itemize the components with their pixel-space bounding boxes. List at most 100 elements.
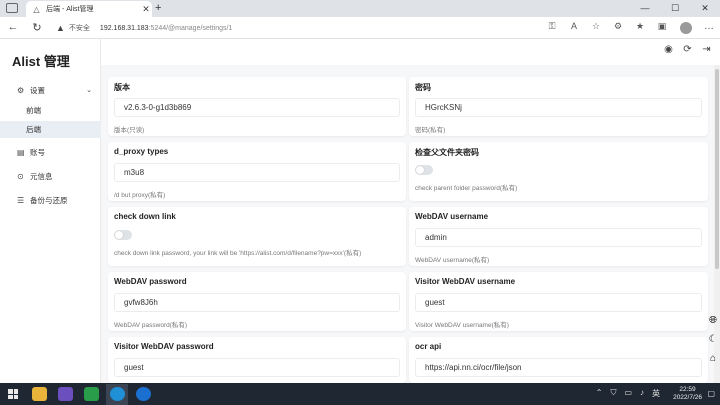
setting-hint: check down link password, your link will… [114, 250, 362, 257]
insecure-label: 不安全 [68, 25, 90, 32]
tab-close-icon[interactable]: ✕ [140, 4, 152, 15]
new-tab-icon[interactable]: + [155, 2, 161, 14]
url-host: 192.168.31.183 [99, 24, 149, 32]
windows-start-icon[interactable] [8, 389, 18, 399]
setting-card: check down link check down link password… [108, 207, 406, 266]
sidebar-item-meta[interactable]: ⊙ 元信息 [0, 167, 101, 185]
setting-label: Visitor WebDAV password [114, 342, 214, 351]
chevron-down-icon: ⌄ [86, 87, 92, 94]
setting-hint: 版本(只读) [114, 127, 145, 134]
key-icon[interactable]: ⚿ [546, 21, 558, 32]
version-field[interactable]: v2.6.3-0-g1d3b869 [114, 98, 400, 117]
setting-hint: /d but proxy(私有) [114, 192, 166, 199]
more-menu-icon[interactable]: … [704, 21, 714, 32]
visitor-webdav-username-field[interactable]: guest [415, 293, 702, 312]
visitor-webdav-password-field[interactable]: guest [114, 358, 400, 377]
sidebar-item-backup[interactable]: ☰ 备份与还原 [0, 191, 101, 209]
scrollbar-thumb[interactable] [715, 69, 719, 269]
sidebar-item-frontend[interactable]: 前端 [0, 102, 101, 119]
back-icon[interactable]: ← [6, 21, 20, 33]
setting-card: d_proxy types m3u8 /d but proxy(私有) [108, 142, 406, 201]
check-down-link-toggle[interactable] [114, 230, 132, 240]
meta-icon: ⊙ [17, 171, 24, 181]
setting-card: WebDAV password gvfw8J6h WebDAV password… [108, 272, 406, 331]
webdav-password-field[interactable]: gvfw8J6h [114, 293, 400, 312]
add-favorite-icon[interactable]: ☆ [590, 21, 602, 32]
window-controls: — ☐ ✕ [630, 0, 720, 17]
volume-icon[interactable]: ♪ [640, 388, 644, 399]
tab-title: 后端 - Alist管理 [46, 6, 94, 13]
setting-card: 检查父文件夹密码 check parent folder password(私有… [409, 142, 708, 201]
maximize-icon[interactable]: ☐ [660, 0, 690, 17]
sidebar-item-backend[interactable]: 后端 [0, 121, 101, 138]
clock[interactable]: 22:59 2022/7/26 [673, 386, 702, 402]
setting-hint: Visitor WebDAV username(私有) [415, 322, 509, 329]
setting-label: Visitor WebDAV username [415, 277, 516, 286]
favorites-icon[interactable]: ★ [634, 21, 646, 32]
setting-label: WebDAV password [114, 277, 187, 286]
reload-icon[interactable]: ↻ [30, 21, 44, 34]
system-tray: ⌃ ⛉ ▭ ♪ 英 [596, 388, 660, 399]
url-field[interactable]: ▲ 不安全 192.168.31.183:5244/@manage/settin… [56, 20, 556, 36]
notification-icon[interactable]: ▢ [707, 389, 715, 398]
address-bar: ← ↻ ▲ 不安全 192.168.31.183:5244/@manage/se… [0, 17, 720, 39]
setting-card: ocr api https://api.nn.ci/ocr/file/json [409, 337, 708, 383]
profile-avatar[interactable] [680, 22, 692, 34]
ime-label[interactable]: 英 [652, 388, 660, 399]
tab-actions-icon[interactable] [6, 3, 18, 13]
webdav-username-field[interactable]: admin [415, 228, 702, 247]
brand-title: Alist 管理 [12, 54, 70, 69]
setting-label: 密码 [415, 83, 431, 92]
wechat-icon[interactable] [84, 387, 99, 401]
dark-mode-icon[interactable]: ☾ [709, 334, 718, 345]
setting-label: d_proxy types [114, 147, 169, 156]
clock-time: 22:59 [679, 386, 696, 393]
app-header: ◉ ⟳ ⇥ [0, 39, 720, 65]
home-icon[interactable]: ⌂ [710, 353, 716, 364]
setting-card: 密码 HGrcKSNj 密码(私有) [409, 77, 708, 136]
network-icon[interactable]: ▭ [624, 388, 632, 399]
setting-hint: WebDAV username(私有) [415, 257, 490, 264]
setting-card: WebDAV username admin WebDAV username(私有… [409, 207, 708, 266]
chevron-up-icon[interactable]: ⌃ [596, 388, 603, 399]
settings-grid: 版本 v2.6.3-0-g1d3b869 版本(只读) 密码 HGrcKSNj … [108, 77, 710, 383]
sidebar: Alist 管理 ⚙ 设置 ⌄ 前端 后端 ▤ 账号 ⊙ 元信息 ☰ 备份与还原 [0, 39, 101, 383]
extensions-icon[interactable]: ⚙ [612, 21, 624, 32]
setting-label: ocr api [415, 342, 442, 351]
minimize-icon[interactable]: — [630, 0, 660, 17]
collections-icon[interactable]: ▣ [656, 21, 668, 32]
setting-label: check down link [114, 212, 176, 221]
setting-label: WebDAV username [415, 212, 489, 221]
edge-icon[interactable] [110, 387, 125, 401]
alist-favicon-icon: △ [33, 4, 40, 14]
read-aloud-icon[interactable]: A [568, 21, 580, 32]
header-actions: ◉ ⟳ ⇥ [663, 44, 712, 55]
sidebar-item-accounts[interactable]: ▤ 账号 [0, 143, 101, 161]
sidebar-item-settings[interactable]: ⚙ 设置 ⌄ [0, 81, 101, 99]
setting-hint: check parent folder password(私有) [415, 185, 518, 192]
sidebar-item-label: 设置 [30, 85, 45, 95]
logout-icon[interactable]: ⇥ [701, 44, 712, 55]
browser-tab[interactable]: △ 后端 - Alist管理 ✕ [26, 1, 152, 17]
d-proxy-types-field[interactable]: m3u8 [114, 163, 400, 182]
refresh-icon[interactable]: ⟳ [682, 44, 693, 55]
app-icon[interactable] [58, 387, 73, 401]
warning-icon: ▲ [56, 23, 65, 33]
github-icon[interactable]: ◉ [663, 44, 674, 55]
close-window-icon[interactable]: ✕ [690, 0, 720, 17]
setting-hint: 密码(私有) [415, 127, 446, 134]
browser-icon[interactable] [136, 387, 151, 401]
sidebar-item-label: 账号 [30, 147, 45, 157]
file-explorer-icon[interactable] [32, 387, 47, 401]
password-field[interactable]: HGrcKSNj [415, 98, 702, 117]
shield-icon[interactable]: ⛉ [610, 388, 616, 399]
ocr-api-field[interactable]: https://api.nn.ci/ocr/file/json [415, 358, 702, 377]
language-icon[interactable]: 🌐︎ [709, 315, 717, 326]
setting-label: 检查父文件夹密码 [415, 148, 479, 157]
floating-toolbar: 🌐︎ ☾ ⌂ [706, 315, 720, 364]
check-parent-password-toggle[interactable] [415, 165, 433, 175]
url-text: 192.168.31.183:5244/@manage/settings/1 [100, 25, 232, 32]
url-path: :5244/@manage/settings/1 [148, 24, 233, 32]
setting-hint: WebDAV password(私有) [114, 322, 188, 329]
accounts-icon: ▤ [17, 147, 25, 157]
